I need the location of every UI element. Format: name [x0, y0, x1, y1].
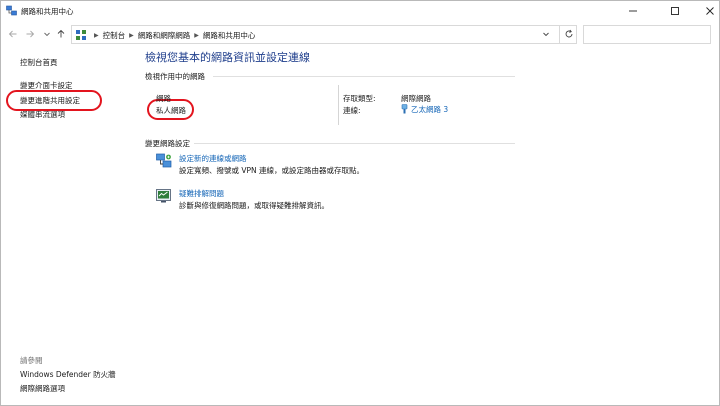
breadcrumb-separator-icon: ▶ [129, 32, 134, 39]
windows-defender-firewall-link[interactable]: Windows Defender 防火牆 [20, 369, 116, 380]
change-network-settings-header: 變更網路設定 [145, 139, 190, 148]
address-bar[interactable]: ▶ 控制台 ▶ 網路和網際網路 ▶ 網路和共用中心 [71, 25, 577, 44]
connection-name: 乙太網路 3 [411, 105, 449, 114]
network-sharing-center-window: 網路和共用中心 ▶ 控制台 ▶ 網路和網際網路 ▶ 網路和共用中心 控制台首頁 … [0, 0, 720, 406]
page-title: 檢視您基本的網路資訊並設定連線 [145, 51, 310, 64]
close-icon [706, 6, 714, 15]
active-networks-header: 檢視作用中的網路 [145, 72, 205, 81]
minimize-icon [629, 10, 637, 11]
connections-label: 連線: [343, 106, 361, 115]
arrow-left-icon [8, 30, 17, 38]
breadcrumb-separator-icon: ▶ [194, 32, 199, 39]
access-type-value: 網際網路 [401, 94, 431, 103]
forward-button[interactable] [23, 26, 37, 42]
network-setup-icon [156, 153, 172, 168]
section-divider [194, 143, 515, 144]
troubleshoot-task: 疑難排解問題 診斷與修復網路問題，或取得疑難排解資訊。 [156, 188, 516, 214]
access-type-label: 存取類型: [343, 94, 376, 103]
setup-new-connection-description: 設定寬頻、撥號或 VPN 連線，或設定路由器或存取點。 [179, 166, 365, 175]
control-panel-icon [76, 30, 86, 40]
see-also-label: 請參閱 [20, 356, 43, 365]
breadcrumb-network-sharing-center[interactable]: 網路和共用中心 [203, 30, 256, 41]
recent-locations-button[interactable] [40, 26, 54, 42]
minimize-button[interactable] [616, 1, 650, 20]
window-title: 網路和共用中心 [21, 7, 74, 16]
main-pane: 檢視您基本的網路資訊並設定連線 檢視作用中的網路 網路 私人網路 存取類型: 網… [131, 47, 719, 405]
ethernet-icon [401, 104, 408, 114]
network-profile-value: 私人網路 [156, 106, 186, 115]
refresh-icon [565, 29, 572, 38]
close-button[interactable] [693, 1, 720, 20]
breadcrumb-network-internet[interactable]: 網路和網際網路 [138, 30, 191, 41]
network-info-divider [338, 85, 339, 125]
chevron-down-icon [44, 32, 50, 37]
troubleshoot-description: 診斷與修復網路問題，或取得疑難排解資訊。 [179, 201, 329, 210]
address-dropdown-button[interactable] [537, 25, 555, 43]
chevron-down-icon [543, 32, 549, 37]
setup-new-connection-link[interactable]: 設定新的連線或網路 [179, 153, 247, 164]
setup-new-connection-task: 設定新的連線或網路 設定寬頻、撥號或 VPN 連線，或設定路由器或存取點。 [156, 153, 516, 179]
control-panel-home-link[interactable]: 控制台首頁 [20, 57, 58, 68]
maximize-button[interactable] [658, 1, 692, 20]
breadcrumb-control-panel[interactable]: 控制台 [103, 30, 126, 41]
section-divider [213, 76, 515, 77]
breadcrumb: ▶ 控制台 ▶ 網路和網際網路 ▶ 網路和共用中心 [90, 30, 255, 41]
breadcrumb-separator-icon: ▶ [94, 32, 99, 39]
troubleshoot-icon [156, 189, 171, 203]
refresh-button[interactable] [559, 25, 577, 43]
network-name-label: 網路 [156, 94, 171, 103]
troubleshoot-problems-link[interactable]: 疑難排解問題 [179, 188, 224, 199]
up-button[interactable] [54, 26, 68, 42]
arrow-up-icon [57, 29, 65, 38]
internet-options-link[interactable]: 網際網路選項 [20, 383, 65, 394]
arrow-right-icon [26, 30, 35, 38]
back-button[interactable] [6, 26, 20, 42]
annotation-circle-advanced-sharing [6, 90, 102, 111]
network-app-icon [6, 5, 17, 16]
title-bar: 網路和共用中心 [1, 1, 719, 20]
maximize-icon [671, 6, 679, 15]
search-input[interactable] [583, 25, 711, 44]
connection-link[interactable]: 乙太網路 3 [401, 104, 448, 115]
